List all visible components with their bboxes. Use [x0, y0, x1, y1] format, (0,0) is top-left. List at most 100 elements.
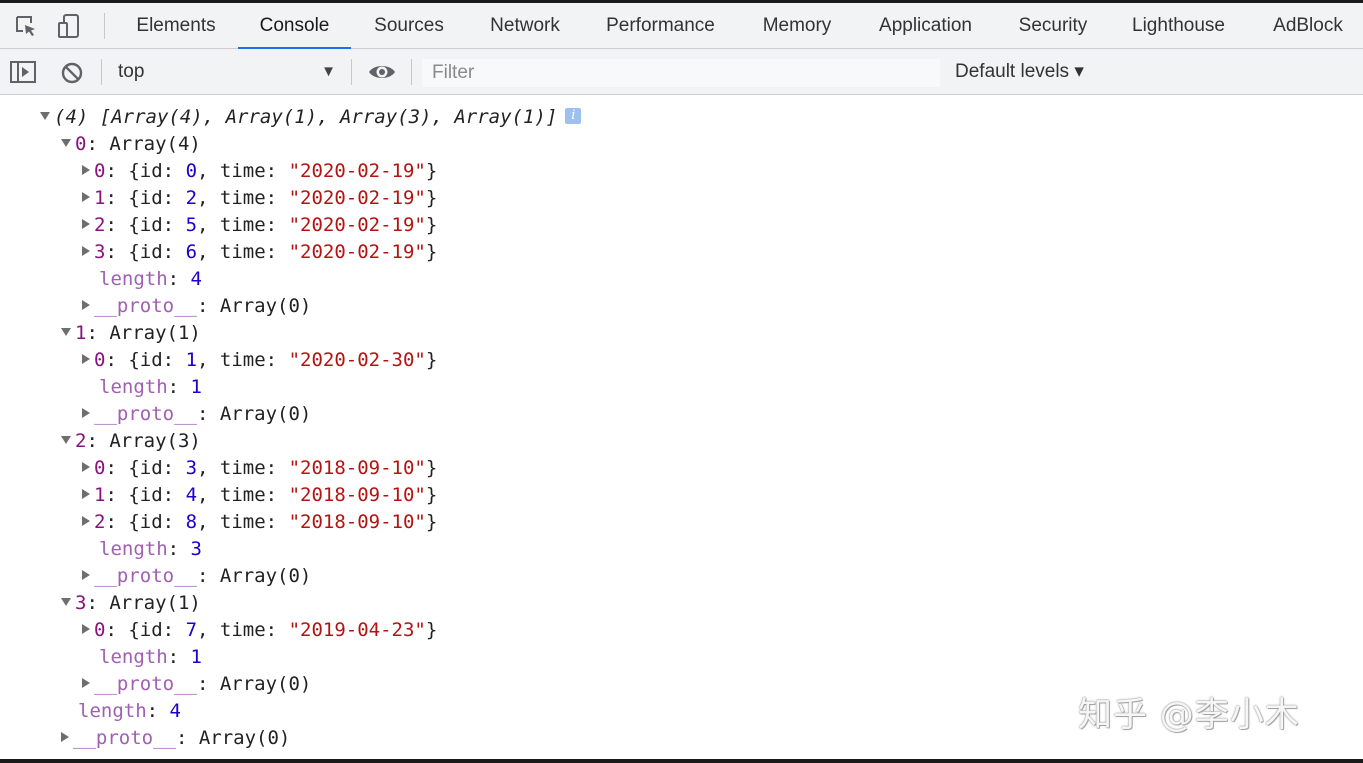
property-value: Array(0) — [219, 673, 312, 695]
inspect-element-icon[interactable] — [12, 12, 40, 40]
tree-node-item[interactable]: 1: {id: 2, time: "2020-02-19"} — [82, 185, 437, 212]
clear-console-icon[interactable] — [60, 61, 84, 90]
tab-elements[interactable]: Elements — [134, 3, 218, 49]
tab-adblock[interactable]: AdBlock — [1268, 3, 1348, 49]
number-value: 1 — [190, 376, 202, 398]
tab-network[interactable]: Network — [486, 3, 564, 49]
array-summary: (4) [Array(4), Array(1), Array(3), Array… — [54, 106, 558, 128]
tree-node-proto[interactable]: __proto__: Array(0) — [82, 293, 311, 320]
object-key: id — [139, 160, 163, 182]
property-key: 0 — [94, 349, 106, 371]
tree-node-item[interactable]: 0: {id: 3, time: "2018-09-10"} — [82, 455, 437, 482]
console-output: (4) [Array(4), Array(1), Array(3), Array… — [0, 96, 1363, 756]
chevron-down-icon: ▼ — [321, 63, 336, 80]
property-key: 2 — [94, 214, 106, 236]
expand-triangle-icon[interactable] — [61, 435, 71, 444]
collapse-triangle-icon[interactable] — [82, 299, 90, 310]
collapse-triangle-icon[interactable] — [61, 731, 69, 742]
object-key: time — [219, 214, 266, 236]
property-key: 1 — [94, 484, 106, 506]
collapse-triangle-icon[interactable] — [82, 515, 90, 526]
tree-node-proto[interactable]: __proto__: Array(0) — [82, 563, 311, 590]
toolbar-separator — [101, 59, 102, 85]
string-value: "2018-09-10" — [288, 457, 426, 479]
collapse-triangle-icon[interactable] — [82, 407, 90, 418]
collapse-triangle-icon[interactable] — [82, 164, 90, 175]
collapse-triangle-icon[interactable] — [82, 488, 90, 499]
tree-node-item[interactable]: 0: {id: 1, time: "2020-02-30"} — [82, 347, 437, 374]
property-value: Array(0) — [219, 403, 312, 425]
tree-node-length: length: 4 — [99, 268, 202, 290]
tree-node-proto[interactable]: __proto__: Array(0) — [82, 671, 311, 698]
tree-node-item[interactable]: 1: {id: 4, time: "2018-09-10"} — [82, 482, 437, 509]
tree-node-group[interactable]: 1: Array(1) — [61, 320, 201, 347]
log-levels-dropdown[interactable]: Default levels ▾ — [955, 57, 1084, 87]
devtools-window: Elements Console Sources Network Perform… — [0, 0, 1363, 763]
number-value: 4 — [185, 484, 198, 506]
tree-node-group[interactable]: 0: Array(4) — [61, 131, 201, 158]
collapse-triangle-icon[interactable] — [82, 461, 90, 472]
eye-icon[interactable] — [367, 61, 397, 88]
tree-node-item[interactable]: 2: {id: 8, time: "2018-09-10"} — [82, 509, 437, 536]
number-value: 8 — [185, 511, 198, 533]
tab-security[interactable]: Security — [1015, 3, 1091, 49]
number-value: 0 — [185, 160, 198, 182]
filter-input[interactable] — [422, 59, 940, 87]
context-select[interactable]: top ▼ — [110, 57, 342, 87]
collapse-triangle-icon[interactable] — [82, 245, 90, 256]
property-value: Array(3) — [109, 430, 201, 452]
property-value: Array(1) — [109, 592, 201, 614]
collapse-triangle-icon[interactable] — [82, 218, 90, 229]
tab-sources[interactable]: Sources — [371, 3, 447, 49]
tab-performance[interactable]: Performance — [602, 3, 719, 49]
tab-memory[interactable]: Memory — [759, 3, 835, 49]
tree-node-length: length: 1 — [99, 646, 202, 668]
context-select-value: top — [118, 61, 145, 82]
watermark: 知乎 @李小木 — [1078, 695, 1300, 735]
tree-node-group[interactable]: 3: Array(1) — [61, 590, 201, 617]
number-value: 3 — [185, 457, 198, 479]
tab-console[interactable]: Console — [238, 3, 351, 50]
tree-node-item[interactable]: 0: {id: 0, time: "2020-02-19"} — [82, 158, 437, 185]
collapse-triangle-icon[interactable] — [82, 569, 90, 580]
number-value: 4 — [190, 268, 202, 290]
property-key: __proto__ — [94, 673, 197, 695]
expand-triangle-icon[interactable] — [61, 597, 71, 606]
property-key: 3 — [94, 241, 106, 263]
tree-node-item[interactable]: 2: {id: 5, time: "2020-02-19"} — [82, 212, 437, 239]
tree-node-length: length: 3 — [99, 538, 202, 560]
property-value: Array(0) — [219, 565, 312, 587]
expand-triangle-icon[interactable] — [40, 111, 50, 120]
tree-node-item[interactable]: 3: {id: 6, time: "2020-02-19"} — [82, 239, 437, 266]
collapse-triangle-icon[interactable] — [82, 677, 90, 688]
object-key: id — [139, 241, 163, 263]
tree-node-proto[interactable]: __proto__: Array(0) — [82, 401, 311, 428]
number-value: 1 — [190, 646, 202, 668]
tab-application[interactable]: Application — [874, 3, 977, 49]
property-value: Array(0) — [198, 727, 291, 749]
property-value: Array(0) — [219, 295, 312, 317]
expand-triangle-icon[interactable] — [61, 138, 71, 147]
tree-node-proto[interactable]: __proto__: Array(0) — [61, 725, 290, 752]
console-log-entry[interactable]: (4) [Array(4), Array(1), Array(3), Array… — [40, 104, 582, 131]
property-key: length — [99, 268, 168, 290]
property-value: Array(1) — [109, 322, 201, 344]
property-key: __proto__ — [94, 565, 197, 587]
string-value: "2020-02-30" — [288, 349, 426, 371]
tree-node-group[interactable]: 2: Array(3) — [61, 428, 201, 455]
collapse-triangle-icon[interactable] — [82, 623, 90, 634]
expand-triangle-icon[interactable] — [61, 327, 71, 336]
object-key: time — [219, 349, 266, 371]
sidebar-toggle-icon[interactable] — [10, 61, 36, 88]
collapse-triangle-icon[interactable] — [82, 353, 90, 364]
property-key: length — [99, 646, 168, 668]
device-toolbar-icon[interactable] — [55, 12, 83, 40]
string-value: "2018-09-10" — [288, 484, 426, 506]
object-key: time — [219, 511, 266, 533]
property-key: __proto__ — [94, 295, 197, 317]
collapse-triangle-icon[interactable] — [82, 191, 90, 202]
number-value: 5 — [185, 214, 198, 236]
property-key: 1 — [75, 322, 87, 344]
tree-node-item[interactable]: 0: {id: 7, time: "2019-04-23"} — [82, 617, 437, 644]
tab-lighthouse[interactable]: Lighthouse — [1128, 3, 1229, 49]
